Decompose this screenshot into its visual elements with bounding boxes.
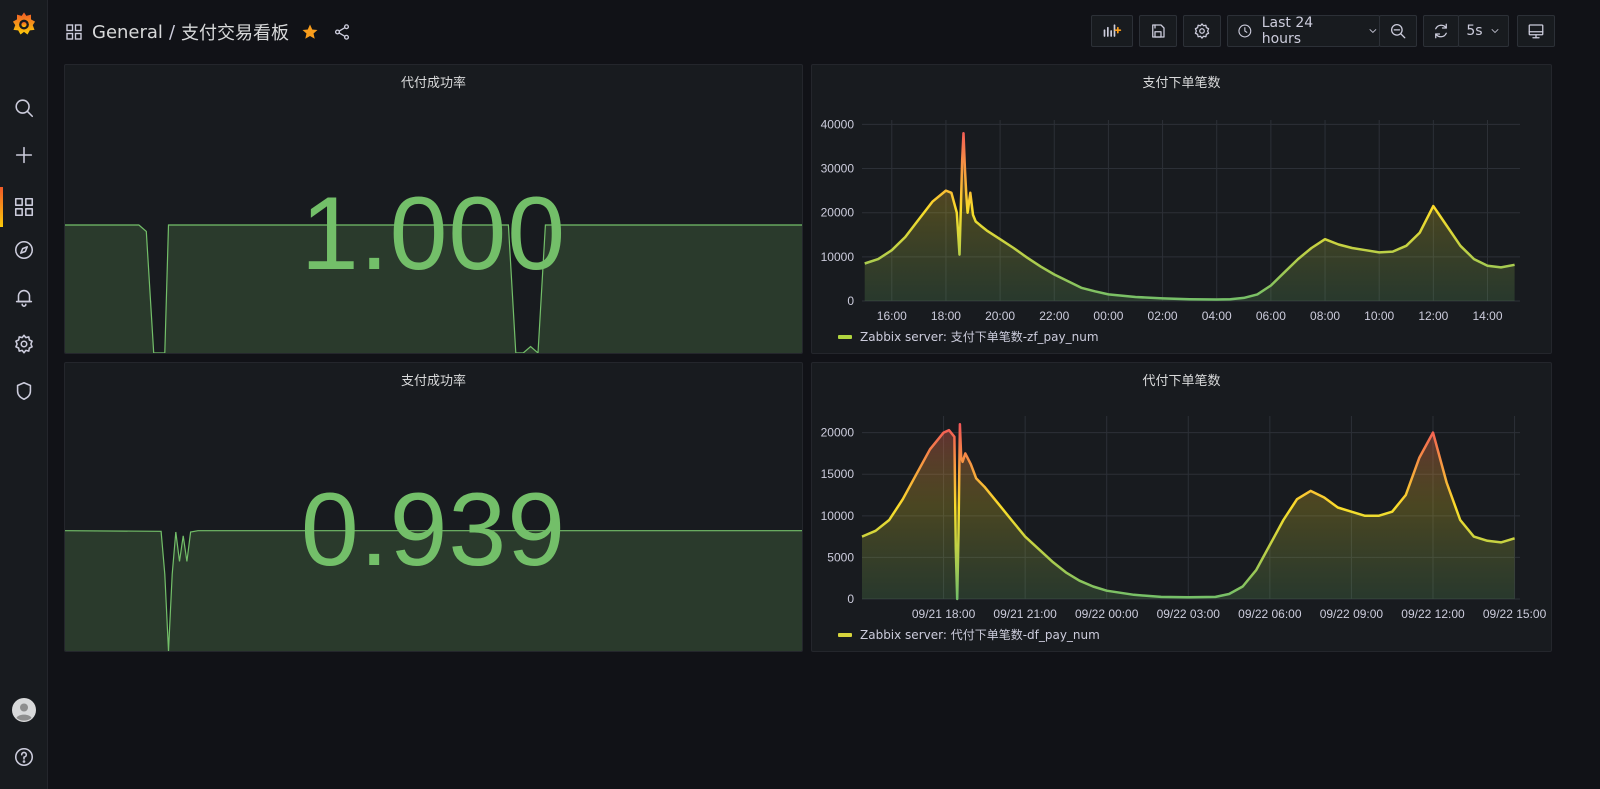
graph-chart: 0 5000 10000 15000 20000 09/21 18:00 09/21 21:… bbox=[821, 416, 1547, 621]
x-tick-label: 00:00 bbox=[1093, 309, 1123, 323]
x-tick-label: 06:00 bbox=[1256, 309, 1286, 323]
y-tick-label: 0 bbox=[847, 592, 854, 606]
y-tick-label: 0 bbox=[847, 294, 854, 308]
y-tick-label: 10000 bbox=[821, 509, 855, 523]
zoom-out-button[interactable] bbox=[1379, 15, 1417, 47]
save-button[interactable] bbox=[1139, 15, 1177, 47]
legend-label: Zabbix server: 代付下单笔数-df_pay_num bbox=[860, 628, 1100, 642]
time-range-picker[interactable]: Last 24 hours bbox=[1227, 15, 1380, 47]
legend-item[interactable]: Zabbix server: 支付下单笔数-zf_pay_num bbox=[838, 328, 1099, 345]
monitor-icon bbox=[1528, 24, 1544, 39]
star-icon[interactable] bbox=[301, 23, 319, 41]
breadcrumb: General / 支付交易看板 bbox=[66, 18, 351, 46]
x-tick-label: 09/22 03:00 bbox=[1157, 607, 1221, 621]
dashboard-title[interactable]: 支付交易看板 bbox=[181, 19, 289, 45]
graph-chart: 0 10000 20000 30000 40000 16:00 18:00 20:00 22:0… bbox=[821, 117, 1520, 323]
x-tick-label: 04:00 bbox=[1202, 309, 1232, 323]
explore-icon[interactable] bbox=[0, 230, 48, 270]
stat-value: 1.000 bbox=[300, 176, 567, 292]
breadcrumb-separator: / bbox=[168, 21, 176, 43]
settings-button[interactable] bbox=[1183, 15, 1221, 47]
stat-panel-df-rate[interactable]: 代付成功率 1.000 bbox=[64, 64, 803, 354]
search-icon[interactable] bbox=[0, 88, 48, 128]
folder-link[interactable]: General bbox=[92, 22, 163, 43]
top-bar: General / 支付交易看板 Last 24 hours 5s bbox=[48, 0, 1600, 64]
add-panel-button[interactable] bbox=[1091, 15, 1133, 47]
stat-value: 0.939 bbox=[300, 472, 567, 588]
add-panel-icon bbox=[1103, 24, 1122, 37]
x-tick-label: 09/22 06:00 bbox=[1238, 607, 1302, 621]
y-tick-label: 10000 bbox=[821, 250, 855, 264]
legend-swatch bbox=[838, 632, 852, 637]
x-tick-label: 09/21 18:00 bbox=[912, 607, 976, 621]
x-tick-label: 09/22 12:00 bbox=[1401, 607, 1465, 621]
x-tick-label: 20:00 bbox=[985, 309, 1015, 323]
refresh-button[interactable] bbox=[1423, 15, 1459, 47]
graph-panel-df-num[interactable]: 0 5000 10000 15000 20000 09/21 18:00 09/21 21:… bbox=[811, 362, 1552, 652]
x-tick-label: 09/21 21:00 bbox=[993, 607, 1057, 621]
panel-title[interactable]: 支付成功率 bbox=[65, 370, 802, 389]
y-tick-label: 5000 bbox=[827, 550, 854, 564]
x-tick-label: 14:00 bbox=[1472, 309, 1502, 323]
x-tick-label: 08:00 bbox=[1310, 309, 1340, 323]
graph-panel-zf-num[interactable]: 0 10000 20000 30000 40000 16:00 18:00 20:00 22:0… bbox=[811, 64, 1552, 354]
y-tick-label: 40000 bbox=[821, 117, 855, 131]
panel-title[interactable]: 代付下单笔数 bbox=[812, 370, 1551, 389]
x-tick-label: 16:00 bbox=[877, 309, 907, 323]
panel-title[interactable]: 支付下单笔数 bbox=[812, 72, 1551, 91]
dashboards-icon[interactable] bbox=[0, 187, 48, 227]
x-tick-label: 10:00 bbox=[1364, 309, 1394, 323]
x-tick-label: 22:00 bbox=[1039, 309, 1069, 323]
x-tick-label: 09/22 15:00 bbox=[1483, 607, 1547, 621]
x-tick-label: 02:00 bbox=[1148, 309, 1178, 323]
config-icon[interactable] bbox=[0, 324, 48, 364]
y-tick-label: 15000 bbox=[821, 467, 855, 481]
legend-swatch bbox=[838, 334, 852, 339]
legend-label: Zabbix server: 支付下单笔数-zf_pay_num bbox=[860, 330, 1099, 344]
clock-icon bbox=[1238, 24, 1252, 38]
shield-icon[interactable] bbox=[0, 371, 48, 411]
save-icon bbox=[1152, 24, 1165, 38]
stat-panel-zf-rate[interactable]: 支付成功率 0.939 bbox=[64, 362, 803, 652]
side-menu bbox=[0, 0, 48, 789]
gear-icon bbox=[1194, 23, 1210, 39]
alerting-icon[interactable] bbox=[0, 277, 48, 317]
share-icon[interactable] bbox=[333, 23, 351, 41]
help-icon[interactable] bbox=[0, 737, 48, 777]
panel-title[interactable]: 代付成功率 bbox=[65, 72, 802, 91]
chevron-down-icon bbox=[1491, 29, 1499, 33]
dashboard-grid-icon bbox=[66, 24, 82, 40]
y-tick-label: 30000 bbox=[821, 162, 855, 176]
legend-item[interactable]: Zabbix server: 代付下单笔数-df_pay_num bbox=[838, 626, 1100, 643]
refresh-interval-picker[interactable]: 5s bbox=[1458, 15, 1509, 47]
chevron-down-icon bbox=[1369, 29, 1377, 33]
x-tick-label: 09/22 00:00 bbox=[1075, 607, 1139, 621]
y-tick-label: 20000 bbox=[821, 426, 855, 440]
y-tick-label: 20000 bbox=[821, 206, 855, 220]
avatar[interactable] bbox=[0, 690, 48, 730]
x-tick-label: 09/22 09:00 bbox=[1320, 607, 1384, 621]
time-range-label: Last 24 hours bbox=[1261, 15, 1314, 47]
zoom-out-icon bbox=[1390, 23, 1406, 39]
plus-icon[interactable] bbox=[0, 135, 48, 175]
x-tick-label: 12:00 bbox=[1418, 309, 1448, 323]
x-tick-label: 18:00 bbox=[931, 309, 961, 323]
refresh-interval-label: 5s bbox=[1466, 23, 1483, 39]
refresh-icon bbox=[1435, 23, 1447, 39]
grafana-logo-icon[interactable] bbox=[0, 4, 48, 44]
tv-mode-button[interactable] bbox=[1517, 15, 1555, 47]
